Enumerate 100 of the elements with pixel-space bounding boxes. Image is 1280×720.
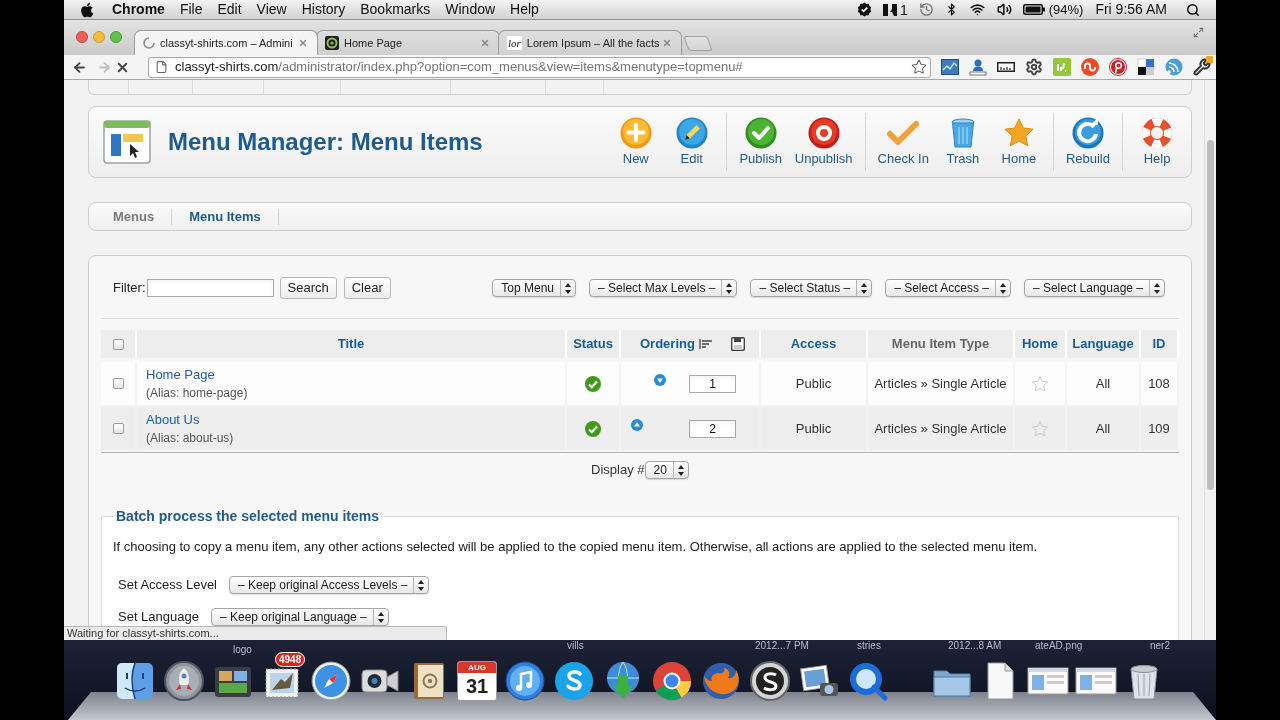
toolbar-button[interactable]: Edit: [663, 117, 720, 167]
toolbar-button[interactable]: Home: [990, 117, 1047, 167]
clear-button[interactable]: Clear: [343, 277, 391, 299]
batch-select[interactable]: – Keep original Access Levels –: [229, 576, 430, 594]
toolbar-button[interactable]: New: [607, 117, 664, 167]
move-up-icon[interactable]: [630, 418, 643, 431]
menu-item[interactable]: Help: [510, 0, 539, 20]
feed-icon[interactable]: [1165, 58, 1183, 76]
person-upload-icon[interactable]: [969, 58, 987, 76]
check-circle-icon: [744, 117, 777, 149]
postage-stamp-icon[interactable]: [265, 668, 299, 698]
toolbar-button[interactable]: Publish: [732, 117, 789, 167]
settings-icon[interactable]: [1025, 58, 1043, 76]
lifebuoy-icon: [1141, 117, 1173, 149]
bookmark-star-icon[interactable]: [911, 59, 927, 75]
squares-icon[interactable]: [1137, 58, 1155, 76]
address-bar[interactable]: classyt-shirts.com/administrator/index.php?option=com_menus&view=items&menutype=topmenu#: [148, 56, 931, 78]
batch-select[interactable]: – Keep original Language –: [210, 608, 389, 626]
column-sort-link[interactable]: Title: [337, 334, 365, 354]
row-checkbox[interactable]: [112, 423, 124, 434]
menu-item[interactable]: Edit: [217, 0, 242, 20]
published-check-icon[interactable]: [585, 375, 601, 392]
column-sort-link[interactable]: Status: [573, 334, 613, 354]
scrollbar-thumb[interactable]: [1207, 140, 1214, 490]
page-icon: [155, 60, 168, 74]
speaker-icon[interactable]: [996, 2, 1012, 17]
compass-icon[interactable]: [310, 660, 352, 702]
select-arrows-icon: [565, 282, 572, 294]
column-sort-link[interactable]: Access: [790, 334, 837, 354]
s-ring-icon[interactable]: [749, 660, 791, 702]
sort-lines-icon[interactable]: [698, 338, 713, 350]
filter-select[interactable]: – Select Max Levels –: [589, 279, 738, 297]
loading-spinner-icon: [143, 37, 155, 49]
fullscreen-icon[interactable]: [1193, 27, 1204, 38]
close-window-button[interactable]: [76, 31, 88, 43]
battery-percentage: (94%): [1048, 0, 1084, 19]
column-sort-link[interactable]: ID: [1152, 334, 1166, 354]
menu-item[interactable]: File: [179, 0, 203, 20]
music-note-icon[interactable]: [504, 660, 546, 702]
search-button[interactable]: Search: [279, 277, 337, 299]
column-sort-link[interactable]: Ordering: [640, 334, 695, 354]
order-input[interactable]: 1: [689, 374, 736, 393]
row-checkbox[interactable]: [112, 378, 124, 389]
submenu-link[interactable]: Menu Items: [172, 208, 279, 225]
apple-logo-icon[interactable]: [81, 1, 94, 18]
wrench-icon[interactable]: [1193, 58, 1211, 76]
batch-field-label: Set Language: [118, 608, 199, 627]
column-sort-link[interactable]: Home: [1021, 334, 1059, 354]
desktop-file-label: ner2: [1150, 640, 1170, 651]
browser-tab[interactable]: Home Page: [316, 30, 500, 55]
move-down-icon[interactable]: [653, 373, 666, 386]
check-badge-icon[interactable]: [856, 2, 872, 17]
wifi-icon[interactable]: [968, 2, 986, 17]
menu-item[interactable]: Bookmarks: [360, 0, 431, 20]
home-star-icon[interactable]: [1031, 419, 1049, 438]
ring-favicon-icon: [325, 36, 339, 50]
chart-square-icon[interactable]: [941, 58, 959, 76]
status-bubble: Waiting for classyt-shirts.com...: [64, 626, 447, 640]
select-all-checkbox[interactable]: [112, 338, 124, 350]
filter-select[interactable]: – Select Language –: [1023, 279, 1165, 297]
filter-select[interactable]: Top Menu: [492, 279, 577, 297]
calendar-icon[interactable]: AUG 31: [457, 661, 497, 701]
toolbar-button[interactable]: Unpublish: [788, 117, 859, 167]
toolbar-button[interactable]: Help: [1129, 117, 1185, 167]
column-sort-link[interactable]: Language: [1072, 334, 1134, 354]
rocket-icon[interactable]: [163, 660, 205, 702]
toolbar-button[interactable]: Trash: [934, 117, 991, 167]
smiling-face-icon[interactable]: [114, 660, 156, 702]
menu-window-icon: [103, 120, 151, 164]
menu-item[interactable]: View: [256, 0, 287, 20]
magnifier-icon[interactable]: [847, 660, 889, 702]
clock-arrow-icon[interactable]: [918, 2, 934, 17]
order-input[interactable]: 2: [689, 419, 736, 438]
browser-tab[interactable]: classyt-shirts.com – Admini: [134, 30, 318, 55]
close-tab-icon[interactable]: [298, 38, 308, 48]
search-icon[interactable]: [1186, 2, 1200, 17]
menu-item[interactable]: Window: [445, 0, 496, 20]
home-star-icon[interactable]: [1031, 374, 1049, 393]
item-title-link[interactable]: About Us: [146, 409, 200, 430]
filter-input[interactable]: [146, 279, 274, 297]
battery-icon[interactable]: [1022, 4, 1045, 15]
browser-tab[interactable]: lor Lorem Ipsum – All the facts: [498, 30, 682, 55]
back-button[interactable]: [72, 59, 87, 75]
tricolor-circle-icon[interactable]: [651, 660, 693, 702]
menu-bar-clock[interactable]: Fri 9:56 AM: [1095, 0, 1167, 20]
display-count-select[interactable]: 20: [644, 461, 689, 479]
item-title-link[interactable]: Home Page: [146, 364, 215, 385]
s-circle-icon[interactable]: [553, 660, 595, 702]
toolbar-button[interactable]: Check In: [871, 117, 935, 167]
wave-circle-icon[interactable]: [1081, 58, 1099, 76]
filter-select[interactable]: – Select Status –: [750, 279, 873, 297]
toolbar-button[interactable]: Rebuild: [1059, 117, 1116, 167]
submenu-link[interactable]: Menus: [96, 208, 173, 225]
published-check-icon[interactable]: [585, 420, 601, 437]
block-logo-icon[interactable]: [882, 2, 897, 17]
filter-select[interactable]: – Select Access –: [885, 279, 1011, 297]
menu-item[interactable]: History: [301, 0, 346, 20]
fox-globe-icon[interactable]: [700, 660, 742, 702]
app-menu[interactable]: Chrome: [112, 0, 165, 20]
p-circle-icon[interactable]: [1109, 58, 1127, 76]
